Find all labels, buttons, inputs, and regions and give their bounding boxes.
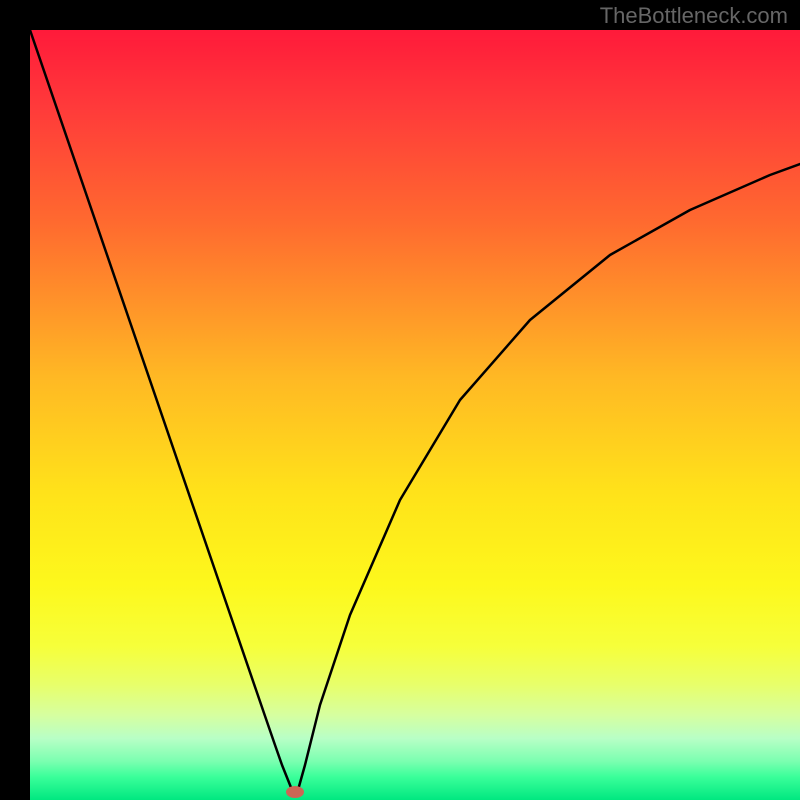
plot-background — [30, 30, 800, 800]
bottleneck-chart — [0, 0, 800, 800]
watermark-label: TheBottleneck.com — [600, 3, 788, 29]
minimum-marker — [286, 786, 304, 798]
